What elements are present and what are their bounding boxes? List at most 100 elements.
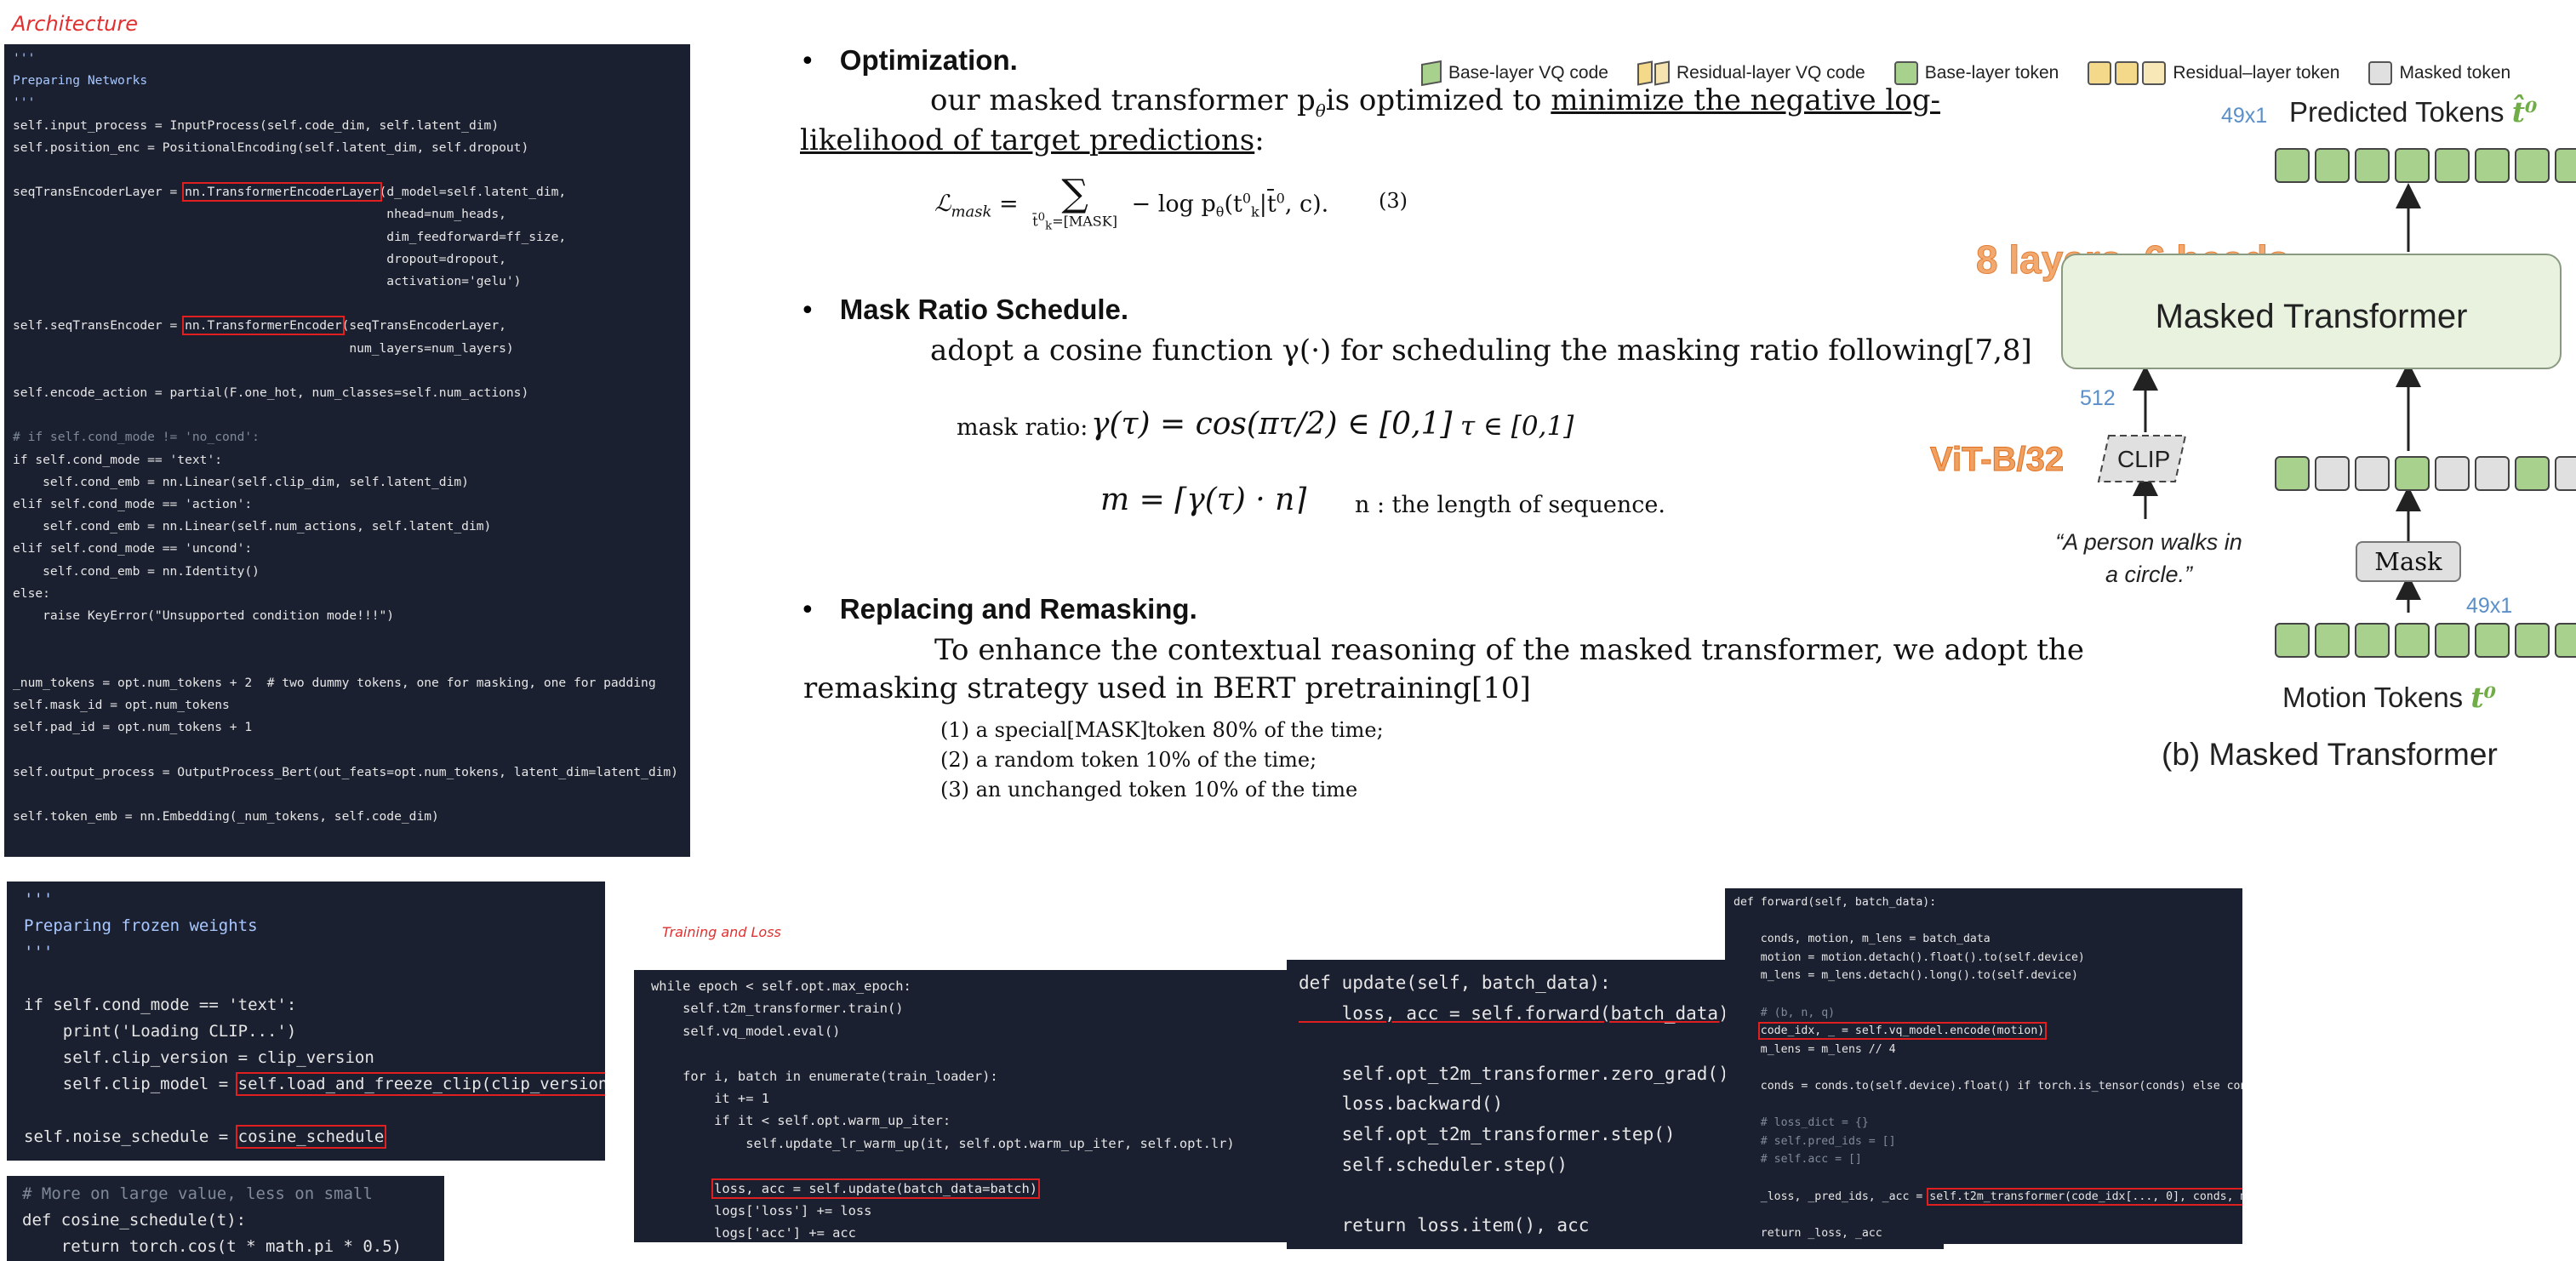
code-line: self.pad_id = opt.num_tokens + 1 bbox=[13, 720, 253, 735]
m-equation: m = ⌈γ(τ) · n⌉ bbox=[1100, 482, 1307, 517]
code-line: print('Loading CLIP...') bbox=[24, 1022, 297, 1041]
opt-underline-part1: minimize the negative log- bbox=[1551, 83, 1940, 117]
code-line: code_idx, _ = self.vq_model.encode(motio… bbox=[1734, 1022, 2234, 1041]
equation-number: (3) bbox=[1379, 189, 1408, 213]
code-line: self.cond_emb = nn.Identity() bbox=[13, 563, 260, 579]
code-line: nhead=num_heads, bbox=[13, 207, 506, 222]
code-line: def forward(self, batch_data): bbox=[1734, 896, 1937, 909]
code-panel-cosine-schedule: # More on large value, less on small def … bbox=[7, 1176, 444, 1261]
code-line: dim_feedforward=ff_size, bbox=[13, 229, 567, 244]
base-layer-token bbox=[2395, 623, 2430, 658]
code-line: self.encode_action = partial(F.one_hot, … bbox=[13, 385, 529, 401]
code-line: activation='gelu') bbox=[13, 274, 522, 289]
code-line: return torch.cos(t * math.pi * 0.5) bbox=[22, 1237, 403, 1256]
motion-tokens-label: Motion Tokens t⁰ bbox=[2282, 681, 2496, 714]
code-line: ''' bbox=[13, 95, 36, 111]
code-panel-frozen-weights: ''' Preparing frozen weights ''' if self.c… bbox=[7, 882, 605, 1161]
clip-dim: 512 bbox=[2080, 386, 2116, 410]
code-line: if it < self.opt.warm_up_iter: bbox=[651, 1113, 951, 1129]
motion-symbol: t⁰ bbox=[2470, 681, 2497, 714]
mask-ratio-label: mask ratio: bbox=[957, 414, 1088, 441]
code-line: self.t2m_transformer.train() bbox=[651, 1001, 904, 1017]
cube-icon bbox=[1654, 60, 1670, 86]
code-line: # More on large value, less on small bbox=[22, 1184, 373, 1203]
code-line: self.input_process = InputProcess(self.c… bbox=[13, 117, 500, 133]
masked-token bbox=[2315, 456, 2350, 491]
base-layer-token bbox=[2355, 623, 2390, 658]
code-line: self.output_process = OutputProcess_Bert… bbox=[13, 764, 678, 779]
remasking-text2: remasking strategy used in BERT pretrain… bbox=[803, 671, 1531, 705]
opt-text: our masked transformer p bbox=[930, 83, 1316, 117]
cube-icon bbox=[1636, 60, 1653, 86]
code-line: dropout=dropout, bbox=[13, 251, 506, 266]
code-line: self.vq_model.eval() bbox=[651, 1023, 841, 1039]
base-layer-token bbox=[2515, 623, 2550, 658]
mask-label: Mask bbox=[2374, 547, 2442, 576]
masked-transformer-box: Masked Transformer bbox=[2061, 254, 2562, 369]
cube-icon bbox=[1421, 60, 1442, 87]
base-layer-token bbox=[2315, 623, 2350, 658]
code-line: motion = motion.detach().float().to(self… bbox=[1734, 950, 2085, 964]
masked-token-row bbox=[2275, 456, 2576, 494]
legend-label: Residual-layer VQ code bbox=[1676, 63, 1865, 83]
code-line: def cosine_schedule(t): bbox=[22, 1211, 247, 1230]
code-line: self.mask_id = opt.num_tokens bbox=[13, 697, 230, 712]
remasking-item: (1) a special[MASK]token 80% of the time… bbox=[940, 718, 1384, 742]
highlighted-code: self.t2m_transformer(code_idx[..., 0], c… bbox=[1927, 1187, 2242, 1206]
code-line: _num_tokens = opt.num_tokens + 2 # two d… bbox=[13, 675, 656, 690]
base-layer-token bbox=[2475, 623, 2510, 658]
legend-residual-vq-code: Residual-layer VQ code bbox=[1636, 60, 1865, 86]
code-line: # (b, n, q) bbox=[1734, 1006, 1836, 1019]
loss-equation: ℒmask = ∑ t̄0k=[MASK] − log pθ(t0k|t̄0, c… bbox=[934, 172, 1329, 233]
code-line: self.clip_version = clip_version bbox=[24, 1048, 374, 1067]
opt-colon: : bbox=[1254, 123, 1265, 157]
bullet-optimization: • Optimization. bbox=[800, 44, 1018, 77]
legend-base-vq-code: Base-layer VQ code bbox=[1421, 60, 1608, 87]
training-label: Training and Loss bbox=[662, 924, 781, 940]
highlighted-code: loss, acc = self.update(batch_data=batch… bbox=[711, 1178, 1041, 1199]
optimization-heading: Optimization. bbox=[839, 44, 1018, 76]
code-line: Preparing Networks bbox=[13, 73, 148, 88]
code-line: # self.pred_ids = [] bbox=[1734, 1134, 1896, 1148]
code-line: # loss_dict = {} bbox=[1734, 1116, 1869, 1130]
highlighted-code: nn.TransformerEncoder bbox=[182, 316, 345, 336]
code-line: self.seqTransEncoder = nn.TransformerEnc… bbox=[13, 316, 506, 336]
mask-ratio-equation: γ(τ) = cos(πτ/2) ∈ [0,1] bbox=[1091, 407, 1453, 442]
highlighted-code: cosine_schedule bbox=[235, 1125, 387, 1149]
code-line: Preparing frozen weights bbox=[24, 916, 258, 935]
motion-dim: 49x1 bbox=[2466, 594, 2513, 618]
highlighted-code: nn.TransformerEncoderLayer bbox=[182, 182, 382, 203]
code-line: num_layers=num_layers) bbox=[13, 340, 514, 356]
text-prompt: “A person walks in a circle.” bbox=[2055, 529, 2242, 587]
base-layer-token bbox=[2275, 456, 2310, 491]
base-layer-token bbox=[2275, 623, 2310, 658]
highlighted-code: code_idx, _ = self.vq_model.encode(motio… bbox=[1757, 1022, 2048, 1041]
remasking-item: (3) an unchanged token 10% of the time bbox=[940, 778, 1358, 802]
masked-token bbox=[2475, 456, 2510, 491]
code-line: elif self.cond_mode == 'uncond': bbox=[13, 541, 253, 556]
opt-underline-part2: likelihood of target predictions bbox=[800, 123, 1255, 157]
mask-ratio-text: adopt a cosine function γ(·) for schedul… bbox=[930, 334, 2032, 368]
tau-range: τ ∈ [0,1] bbox=[1460, 411, 1574, 442]
masked-token bbox=[2355, 456, 2390, 491]
code-line: # self.acc = [] bbox=[1734, 1153, 1862, 1167]
code-line: for i, batch in enumerate(train_loader): bbox=[651, 1068, 998, 1084]
base-layer-token bbox=[2555, 623, 2576, 658]
motion-label-text: Motion Tokens bbox=[2282, 682, 2464, 713]
base-layer-token bbox=[2515, 456, 2550, 491]
code-panel-networks: ''' Preparing Networks ''' self.input_proce… bbox=[4, 44, 690, 857]
code-line: self.position_enc = PositionalEncoding(s… bbox=[13, 140, 529, 155]
legend-label: Base-layer VQ code bbox=[1448, 63, 1608, 83]
